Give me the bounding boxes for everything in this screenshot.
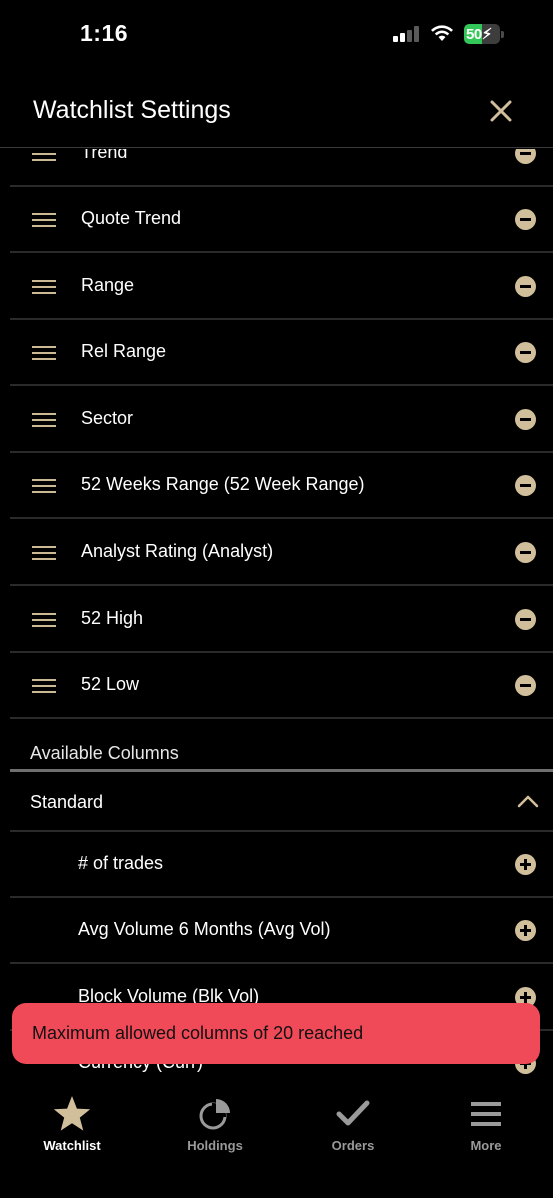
add-column-button[interactable] <box>515 854 536 875</box>
selected-column-row[interactable]: Sector <box>10 387 553 453</box>
add-column-button[interactable] <box>515 920 536 941</box>
tab-label: Watchlist <box>43 1138 101 1153</box>
selected-column-row[interactable]: Analyst Rating (Analyst) <box>10 520 553 586</box>
column-label: Avg Volume 6 Months (Avg Vol) <box>78 919 331 939</box>
status-bar: 1:16 50⚡︎ <box>0 0 553 70</box>
remove-column-button[interactable] <box>515 609 536 630</box>
menu-icon <box>471 1102 501 1126</box>
column-label: Trend <box>81 149 128 162</box>
wifi-icon <box>431 25 453 41</box>
column-label: Analyst Rating (Analyst) <box>81 541 274 561</box>
status-time: 1:16 <box>80 20 129 46</box>
star-icon <box>53 1096 91 1131</box>
remove-column-button[interactable] <box>515 209 536 230</box>
remove-column-button[interactable] <box>515 276 536 297</box>
column-label: # of trades <box>78 853 164 873</box>
drag-handle-icon[interactable] <box>32 679 56 694</box>
pie-chart-icon <box>199 1099 230 1130</box>
selected-column-row[interactable]: 52 Weeks Range (52 Week Range) <box>10 453 553 519</box>
selected-column-row[interactable]: 52 High <box>10 587 553 653</box>
available-column-row[interactable]: # of trades <box>10 832 553 898</box>
header: Watchlist Settings <box>0 80 553 148</box>
tab-more[interactable]: More <box>431 1090 541 1160</box>
drag-handle-icon[interactable] <box>32 280 56 295</box>
remove-column-button[interactable] <box>515 409 536 430</box>
battery-level: 50⚡︎ <box>466 26 492 43</box>
drag-handle-icon[interactable] <box>32 346 56 361</box>
column-label: 52 Weeks Range (52 Week Range) <box>81 474 365 494</box>
toast-message: Maximum allowed columns of 20 reached <box>32 1023 364 1043</box>
column-label: Rel Range <box>81 341 167 361</box>
column-label: Sector <box>81 408 134 428</box>
remove-column-button[interactable] <box>515 675 536 696</box>
cellular-signal-icon <box>393 26 421 42</box>
tab-holdings[interactable]: Holdings <box>160 1090 270 1160</box>
column-label: 52 High <box>81 608 144 628</box>
drag-handle-icon[interactable] <box>32 149 56 162</box>
remove-column-button[interactable] <box>515 475 536 496</box>
category-label: Standard <box>30 792 104 812</box>
tab-orders[interactable]: Orders <box>298 1090 408 1160</box>
page-title: Watchlist Settings <box>33 96 231 124</box>
selected-column-row[interactable]: 52 Low <box>10 653 553 719</box>
tab-label: More <box>470 1138 502 1153</box>
available-column-row[interactable]: Avg Volume 6 Months (Avg Vol) <box>10 898 553 964</box>
selected-column-row[interactable]: Rel Range <box>10 320 553 386</box>
drag-handle-icon[interactable] <box>32 413 56 428</box>
chevron-up-icon[interactable] <box>517 794 539 808</box>
error-toast[interactable]: Maximum allowed columns of 20 reached <box>12 1003 540 1064</box>
column-label: 52 Low <box>81 674 140 694</box>
tab-label: Holdings <box>187 1138 243 1153</box>
available-columns-heading: Available Columns <box>30 743 179 763</box>
drag-handle-icon[interactable] <box>32 613 56 628</box>
checkmark-icon <box>336 1100 370 1126</box>
drag-handle-icon[interactable] <box>32 213 56 228</box>
selected-column-row[interactable]: Quote Trend <box>10 187 553 253</box>
remove-column-button[interactable] <box>515 342 536 363</box>
remove-column-button[interactable] <box>515 149 536 164</box>
category-standard[interactable]: Standard <box>10 772 553 832</box>
close-icon[interactable] <box>484 94 518 128</box>
tab-label: Orders <box>331 1138 375 1153</box>
column-label: Range <box>81 275 135 295</box>
selected-column-row[interactable]: Range <box>10 254 553 320</box>
battery-icon: 50⚡︎ <box>464 24 504 44</box>
drag-handle-icon[interactable] <box>32 546 56 561</box>
tab-watchlist[interactable]: Watchlist <box>17 1090 127 1160</box>
drag-handle-icon[interactable] <box>32 479 56 494</box>
tab-bar: Watchlist Holdings Orders More <box>0 1074 553 1198</box>
selected-column-row[interactable]: Trend <box>10 149 553 187</box>
remove-column-button[interactable] <box>515 542 536 563</box>
column-list[interactable]: Trend Quote Trend Range Rel Range Sector… <box>0 149 553 1074</box>
column-label: Quote Trend <box>81 208 182 228</box>
